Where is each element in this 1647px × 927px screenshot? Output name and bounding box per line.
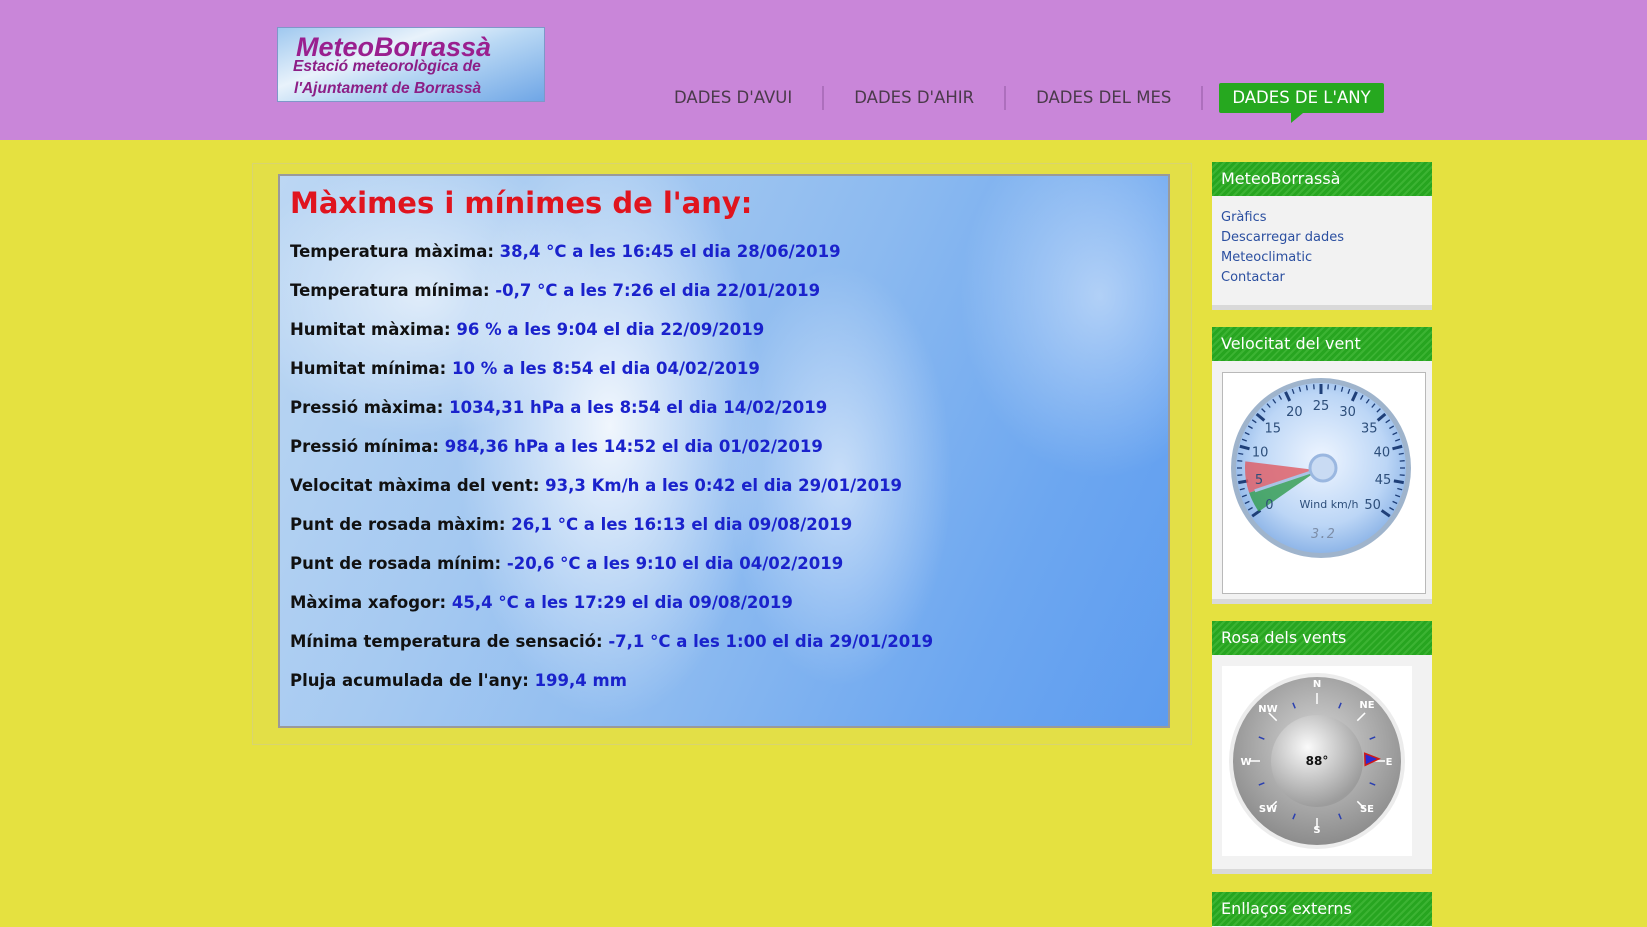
extreme-value: 1034,31 hPa a les 8:54 el dia 14/02/2019 — [449, 398, 828, 417]
extreme-row: Punt de rosada mínim: -20,6 °C a les 9:1… — [290, 554, 933, 593]
rose-label-nw: NW — [1258, 704, 1277, 715]
wind-rose: N NE E SE S SW W NW 88° — [1229, 673, 1405, 849]
rose-label-w: W — [1240, 757, 1251, 768]
extreme-row: Punt de rosada màxim: 26,1 °C a les 16:1… — [290, 515, 933, 554]
extreme-value: 26,1 °C a les 16:13 el dia 09/08/2019 — [511, 515, 853, 534]
main-nav: DADES D'AVUI DADES D'AHIR DADES DEL MES … — [660, 82, 1384, 123]
wind-gauge-frame: 0 5 10 15 20 25 30 35 40 45 50 Wind km/h 3.2 — [1222, 372, 1426, 594]
extreme-row: Pluja acumulada de l'any: 199,4 mm — [290, 671, 933, 710]
sidebar-link[interactable]: Meteoclimatic — [1221, 248, 1423, 268]
nav-month[interactable]: DADES DEL MES — [1022, 83, 1185, 113]
extreme-value: 93,3 Km/h a les 0:42 el dia 29/01/2019 — [545, 476, 903, 495]
nav-separator — [1201, 86, 1204, 110]
wind-speed-widget: Velocitat del vent 0 5 10 15 20 25 30 35 40 45 50 … — [1212, 327, 1432, 604]
extreme-label: Mínima temperatura de sensació: — [290, 632, 603, 651]
extreme-label: Humitat mínima: — [290, 359, 447, 378]
gauge-unit-label: Wind km/h — [1300, 498, 1359, 511]
nav-separator — [822, 86, 825, 110]
site-header: MeteoBorrassà Estació meteorològica de l… — [0, 0, 1647, 140]
gauge-tick — [1305, 385, 1308, 391]
external-links-widget: Enllaços externs — [1212, 892, 1432, 927]
extreme-row: Mínima temperatura de sensació: -7,1 °C … — [290, 632, 933, 671]
gauge-tick — [1238, 452, 1244, 455]
extreme-value: 45,4 °C a les 17:29 el dia 09/08/2019 — [451, 593, 793, 612]
gauge-tick-label: 40 — [1374, 446, 1391, 461]
extreme-row: Velocitat màxima del vent: 93,3 Km/h a l… — [290, 476, 933, 515]
wind-rose-widget: Rosa dels vents N NE E SE S SW W NW 88° — [1212, 621, 1432, 874]
extreme-label: Punt de rosada mínim: — [290, 554, 502, 573]
site-logo[interactable]: MeteoBorrassà Estació meteorològica de l… — [277, 27, 545, 102]
extreme-value: 10 % a les 8:54 el dia 04/02/2019 — [451, 359, 760, 378]
extreme-label: Velocitat màxima del vent: — [290, 476, 540, 495]
gauge-tick-label: 30 — [1339, 405, 1356, 420]
gauge-tick-label: 10 — [1252, 446, 1269, 461]
extreme-label: Punt de rosada màxim: — [290, 515, 506, 534]
widget-title: Rosa dels vents — [1212, 621, 1432, 655]
extreme-value: 96 % a les 9:04 el dia 22/09/2019 — [456, 320, 765, 339]
rose-degrees: 88° — [1306, 754, 1329, 768]
nav-today[interactable]: DADES D'AVUI — [660, 83, 806, 113]
extreme-row: Pressió màxima: 1034,31 hPa a les 8:54 e… — [290, 398, 933, 437]
widget-title: Enllaços externs — [1212, 892, 1432, 926]
extremes-list: Temperatura màxima: 38,4 °C a les 16:45 … — [290, 242, 933, 710]
extreme-label: Temperatura mínima: — [290, 281, 490, 300]
logo-subtitle-line2: l'Ajuntament de Borrassà — [294, 80, 482, 97]
extreme-label: Pressió màxima: — [290, 398, 444, 417]
extreme-row: Humitat màxima: 96 % a les 9:04 el dia 2… — [290, 320, 933, 359]
extreme-row: Pressió mínima: 984,36 hPa a les 14:52 e… — [290, 437, 933, 476]
nav-separator — [1004, 86, 1007, 110]
gauge-tick-label: 25 — [1313, 399, 1330, 414]
gauge-tick-label: 5 — [1255, 473, 1263, 488]
extreme-label: Humitat màxima: — [290, 320, 451, 339]
logo-subtitle-line1: Estació meteorològica de — [293, 58, 481, 75]
rose-label-sw: SW — [1259, 804, 1277, 815]
gauge-tick-label: 0 — [1265, 498, 1273, 513]
gauge-tick — [1334, 385, 1337, 391]
yearly-extremes-panel: Màximes i mínimes de l'any: Temperatura … — [278, 174, 1170, 728]
meteo-links: Gràfics Descarregar dades Meteoclimatic Con… — [1212, 196, 1432, 300]
rose-label-e: E — [1386, 757, 1393, 768]
extreme-row: Humitat mínima: 10 % a les 8:54 el dia 0… — [290, 359, 933, 398]
rose-label-ne: NE — [1359, 700, 1374, 711]
gauge-hub — [1308, 453, 1338, 483]
wind-gauge: 05 10 15 20 25 30 35 40 45 50 Wind km/h 3.2 — [1231, 378, 1411, 558]
gauge-tick-label: 20 — [1286, 405, 1303, 420]
extreme-row: Temperatura mínima: -0,7 °C a les 7:26 e… — [290, 281, 933, 320]
rose-label-se: SE — [1360, 804, 1374, 815]
extreme-value: -7,1 °C a les 1:00 el dia 29/01/2019 — [608, 632, 934, 651]
gauge-tick — [1393, 479, 1404, 485]
rose-label-n: N — [1313, 679, 1321, 690]
gauge-tick-label: 45 — [1375, 473, 1392, 488]
sidebar-link[interactable]: Descarregar dades — [1221, 228, 1423, 248]
extreme-row: Temperatura màxima: 38,4 °C a les 16:45 … — [290, 242, 933, 281]
gauge-tick-label: 50 — [1364, 498, 1381, 513]
widget-title: Velocitat del vent — [1212, 327, 1432, 361]
gauge-tick-label: 15 — [1264, 422, 1281, 437]
extreme-value: 199,4 mm — [534, 671, 627, 690]
extreme-label: Temperatura màxima: — [290, 242, 494, 261]
extreme-value: 984,36 hPa a les 14:52 el dia 01/02/2019 — [444, 437, 823, 456]
gauge-readout: 3.2 — [1310, 527, 1335, 542]
nav-yesterday[interactable]: DADES D'AHIR — [840, 83, 988, 113]
wind-rose-frame: N NE E SE S SW W NW 88° — [1222, 666, 1412, 856]
nav-year[interactable]: DADES DE L'ANY — [1219, 83, 1384, 123]
gauge-tick — [1398, 452, 1404, 455]
meteo-links-widget: MeteoBorrassà Gràfics Descarregar dades Me… — [1212, 162, 1432, 310]
sidebar-link[interactable]: Gràfics — [1221, 208, 1423, 228]
extreme-value: -20,6 °C a les 9:10 el dia 04/02/2019 — [506, 554, 844, 573]
sidebar-link[interactable]: Contactar — [1221, 268, 1423, 288]
extreme-label: Pressió mínima: — [290, 437, 439, 456]
extreme-label: Pluja acumulada de l'any: — [290, 671, 529, 690]
rose-label-s: S — [1313, 825, 1320, 836]
extreme-label: Màxima xafogor: — [290, 593, 447, 612]
extreme-value: 38,4 °C a les 16:45 el dia 28/06/2019 — [499, 242, 841, 261]
extreme-value: -0,7 °C a les 7:26 el dia 22/01/2019 — [495, 281, 821, 300]
widget-title: MeteoBorrassà — [1212, 162, 1432, 196]
extreme-row: Màxima xafogor: 45,4 °C a les 17:29 el d… — [290, 593, 933, 632]
page-title: Màximes i mínimes de l'any: — [290, 186, 753, 220]
gauge-tick-label: 35 — [1361, 422, 1378, 437]
